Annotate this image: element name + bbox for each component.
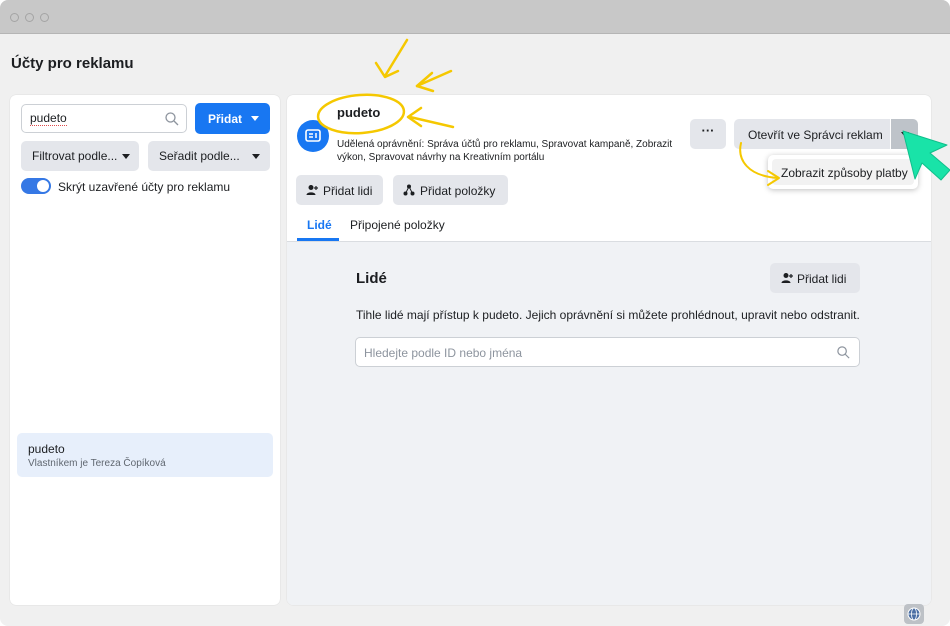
add-items-label: Přidat položky	[420, 184, 496, 198]
tab-people[interactable]: Lidé	[307, 218, 332, 232]
person-add-icon	[306, 185, 318, 195]
filter-label: Filtrovat podle...	[32, 149, 118, 163]
account-search-input[interactable]: pudeto	[21, 104, 187, 133]
section-add-people-label: Přidat lidi	[797, 272, 847, 286]
window-minimize-dot[interactable]	[25, 13, 34, 22]
people-search-input[interactable]	[364, 344, 824, 361]
people-section-title: Lidé	[356, 270, 387, 287]
hide-closed-label: Skrýt uzavřené účty pro reklamu	[58, 180, 231, 194]
account-list-item[interactable]: pudeto Vlastníkem je Tereza Čopíková	[17, 433, 273, 477]
caret-down-icon	[901, 132, 909, 137]
globe-icon[interactable]	[904, 604, 924, 624]
add-people-label: Přidat lidi	[323, 184, 373, 198]
section-add-people-button[interactable]: Přidat lidi	[770, 263, 860, 293]
add-account-label: Přidat	[208, 112, 243, 126]
open-in-ads-manager-button[interactable]: Otevřít ve Správci reklam	[734, 119, 890, 149]
sidebar-panel: pudeto Přidat Filtrovat podle... Seřadit…	[10, 95, 280, 605]
page-title: Účty pro reklamu	[11, 55, 134, 72]
items-add-icon	[403, 184, 415, 196]
sort-dropdown[interactable]: Seřadit podle...	[148, 141, 270, 171]
arrow-head-annotation	[415, 71, 435, 93]
add-items-button[interactable]: Přidat položky	[393, 175, 508, 205]
open-options-menu: Zobrazit způsoby platby	[768, 155, 918, 189]
arrow-annotation	[415, 69, 453, 88]
ad-account-icon	[297, 120, 329, 152]
search-icon[interactable]	[836, 345, 851, 360]
hide-closed-toggle[interactable]	[21, 178, 51, 194]
tab-connected-items[interactable]: Připojené položky	[350, 218, 445, 232]
more-options-button[interactable]: ···	[690, 119, 726, 149]
show-payment-methods-label: Zobrazit způsoby platby	[781, 166, 908, 180]
people-section-description: Tihle lidé mají přístup k pudeto. Jejich…	[356, 308, 860, 322]
caret-down-icon	[251, 116, 259, 121]
title-bar	[0, 0, 950, 34]
sort-label: Seřadit podle...	[159, 149, 240, 163]
account-name: pudeto	[337, 105, 381, 120]
arrow-head-annotation	[374, 61, 400, 79]
caret-down-icon	[122, 154, 130, 159]
account-item-name: pudeto	[28, 442, 65, 456]
app-window: Účty pro reklamu pudeto Přidat Filtrovat…	[0, 0, 950, 626]
add-people-button[interactable]: Přidat lidi	[296, 175, 383, 205]
caret-down-icon	[252, 154, 260, 159]
search-icon[interactable]	[164, 111, 180, 127]
arrow-annotation	[383, 38, 409, 78]
filter-dropdown[interactable]: Filtrovat podle...	[21, 141, 139, 171]
show-payment-methods-item[interactable]: Zobrazit způsoby platby	[772, 159, 914, 185]
add-account-button[interactable]: Přidat	[195, 103, 270, 134]
people-search-field[interactable]	[355, 337, 860, 367]
people-section-background	[287, 242, 931, 605]
person-add-icon	[781, 273, 793, 283]
search-value: pudeto	[30, 111, 67, 126]
account-detail-panel: pudeto Udělená oprávnění: Správa účtů pr…	[287, 95, 931, 605]
open-in-ads-manager-label: Otevřít ve Správci reklam	[748, 128, 883, 142]
permissions-text: Udělená oprávnění: Správa účtů pro rekla…	[337, 139, 673, 163]
toggle-knob	[37, 180, 49, 192]
open-options-dropdown-button[interactable]	[891, 119, 918, 149]
account-item-owner: Vlastníkem je Tereza Čopíková	[28, 458, 166, 469]
window-zoom-dot[interactable]	[40, 13, 49, 22]
window-close-dot[interactable]	[10, 13, 19, 22]
